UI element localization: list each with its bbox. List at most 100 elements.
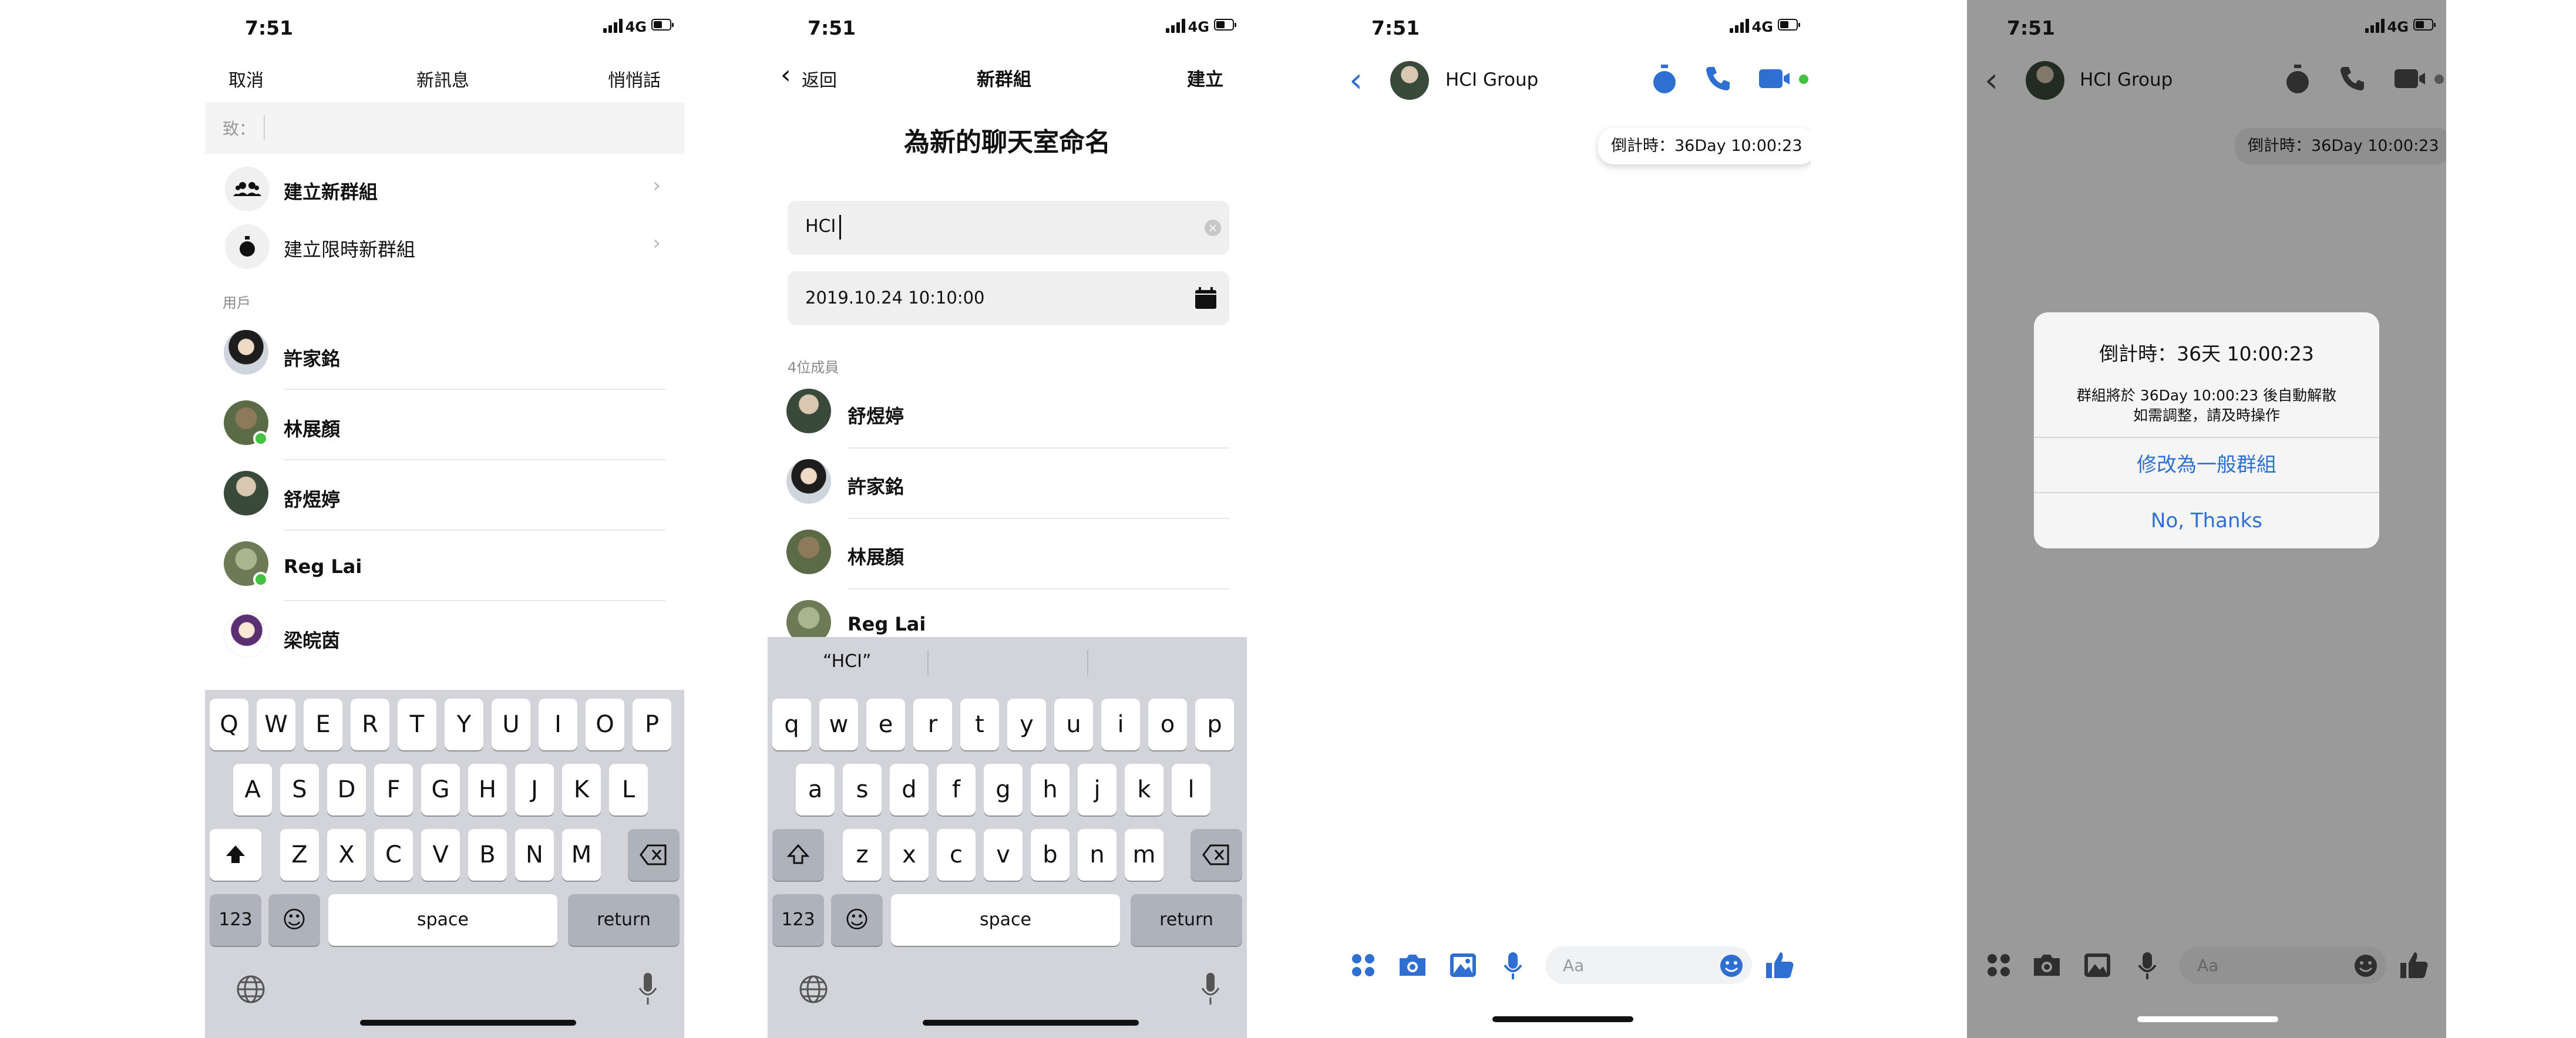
member-row[interactable]: 舒煜婷 — [768, 389, 1247, 449]
key-w[interactable]: W — [257, 699, 295, 750]
key-e[interactable]: e — [866, 699, 905, 750]
stopwatch-icon[interactable] — [2283, 63, 2312, 97]
globe-icon[interactable] — [798, 974, 829, 1007]
chevron-left-icon[interactable]: ‹ — [1349, 60, 1363, 100]
key-i[interactable]: I — [539, 699, 577, 750]
group-avatar[interactable] — [1390, 61, 1429, 100]
camera-icon[interactable] — [1397, 952, 1428, 980]
message-input[interactable]: Aa — [1545, 946, 1752, 984]
key-p[interactable]: p — [1195, 699, 1234, 750]
key-l[interactable]: l — [1172, 764, 1210, 815]
key-o[interactable]: O — [586, 699, 624, 750]
shift-icon[interactable] — [772, 829, 824, 881]
shift-icon[interactable] — [210, 829, 261, 881]
user-row[interactable]: 梁皖茵 — [205, 612, 684, 668]
key-m[interactable]: M — [562, 829, 601, 881]
key-c[interactable]: c — [937, 829, 976, 881]
key-s[interactable]: S — [280, 764, 319, 815]
secret-message-button[interactable]: 悄悄話 — [608, 66, 661, 92]
key-w[interactable]: w — [819, 699, 858, 750]
member-row[interactable]: 許家銘 — [768, 459, 1247, 519]
mic-icon[interactable] — [637, 972, 658, 1009]
message-input[interactable]: Aa — [2180, 946, 2386, 984]
key-b[interactable]: B — [468, 829, 507, 881]
delete-icon[interactable] — [628, 829, 680, 881]
key-z[interactable]: z — [843, 829, 882, 881]
key-i[interactable]: i — [1101, 699, 1140, 750]
key-t[interactable]: t — [960, 699, 999, 750]
recipient-field[interactable]: 致： — [205, 102, 684, 154]
key-h[interactable]: H — [468, 764, 507, 815]
key-n[interactable]: N — [515, 829, 554, 881]
key-m[interactable]: m — [1125, 829, 1163, 881]
like-icon[interactable] — [1765, 950, 1795, 983]
key-u[interactable]: U — [492, 699, 530, 750]
photo-icon[interactable] — [1449, 952, 1477, 980]
key-p[interactable]: P — [633, 699, 671, 750]
member-row[interactable]: 林展顏 — [768, 530, 1247, 589]
apps-icon[interactable] — [1986, 952, 2012, 980]
video-icon[interactable] — [2395, 67, 2431, 93]
video-icon[interactable] — [1759, 67, 1795, 93]
like-icon[interactable] — [2399, 950, 2430, 983]
key-e[interactable]: E — [304, 699, 342, 750]
apps-icon[interactable] — [1350, 952, 1376, 980]
stopwatch-icon[interactable] — [1650, 63, 1679, 97]
user-row[interactable]: 舒煜婷 — [205, 471, 684, 531]
key-k[interactable]: K — [562, 764, 601, 815]
create-timed-group-row[interactable]: 建立限時新群組 › — [205, 218, 684, 275]
numbers-key[interactable]: 123 — [772, 894, 824, 946]
cancel-button[interactable]: 取消 — [228, 66, 264, 92]
key-k[interactable]: k — [1125, 764, 1163, 815]
key-u[interactable]: u — [1054, 699, 1093, 750]
chat-title[interactable]: HCI Group — [2080, 69, 2173, 90]
key-t[interactable]: T — [398, 699, 436, 750]
key-j[interactable]: j — [1078, 764, 1117, 815]
countdown-badge[interactable]: 倒計時：36Day 10:00:23 — [1598, 128, 1811, 164]
key-q[interactable]: Q — [210, 699, 248, 750]
globe-icon[interactable] — [236, 974, 266, 1007]
key-f[interactable]: F — [374, 764, 413, 815]
suggestion-item[interactable]: “HCI” — [823, 651, 872, 672]
create-button[interactable]: 建立 — [1187, 65, 1223, 91]
key-j[interactable]: J — [515, 764, 554, 815]
key-g[interactable]: G — [421, 764, 460, 815]
return-key[interactable]: return — [1131, 894, 1242, 946]
group-name-input[interactable]: HCI × — [788, 201, 1229, 255]
key-n[interactable]: n — [1078, 829, 1117, 881]
key-a[interactable]: a — [796, 764, 835, 815]
key-v[interactable]: v — [984, 829, 1023, 881]
delete-icon[interactable] — [1191, 829, 1242, 881]
chevron-left-icon[interactable]: ‹ — [1985, 60, 1998, 100]
photo-icon[interactable] — [2083, 952, 2111, 980]
mic-icon[interactable] — [1503, 951, 1523, 983]
key-r[interactable]: r — [913, 699, 952, 750]
key-h[interactable]: h — [1031, 764, 1070, 815]
numbers-key[interactable]: 123 — [210, 894, 261, 946]
emoji-icon[interactable]: ☺ — [268, 894, 320, 946]
key-x[interactable]: x — [890, 829, 929, 881]
space-key[interactable]: space — [328, 894, 557, 946]
convert-to-normal-group-button[interactable]: 修改為一般群組 — [2034, 438, 2379, 492]
key-v[interactable]: V — [421, 829, 460, 881]
phone-icon[interactable] — [2338, 65, 2366, 95]
key-f[interactable]: f — [937, 764, 976, 815]
emoji-icon[interactable] — [2353, 953, 2378, 980]
user-row[interactable]: 林展顏 — [205, 400, 684, 460]
key-o[interactable]: o — [1148, 699, 1187, 750]
mic-icon[interactable] — [1200, 972, 1221, 1009]
camera-icon[interactable] — [2032, 952, 2062, 980]
calendar-icon[interactable] — [1194, 287, 1218, 312]
user-row[interactable]: Reg Lai — [205, 541, 684, 601]
group-avatar[interactable] — [2026, 61, 2064, 100]
mic-icon[interactable] — [2137, 951, 2157, 983]
key-r[interactable]: R — [351, 699, 389, 750]
return-key[interactable]: return — [568, 894, 680, 946]
key-z[interactable]: Z — [280, 829, 319, 881]
key-s[interactable]: s — [843, 764, 882, 815]
key-l[interactable]: L — [609, 764, 648, 815]
key-d[interactable]: D — [327, 764, 366, 815]
countdown-badge[interactable]: 倒計時：36Day 10:00:23 — [2235, 128, 2446, 164]
phone-icon[interactable] — [1704, 65, 1732, 95]
dismiss-button[interactable]: No, Thanks — [2034, 493, 2379, 548]
